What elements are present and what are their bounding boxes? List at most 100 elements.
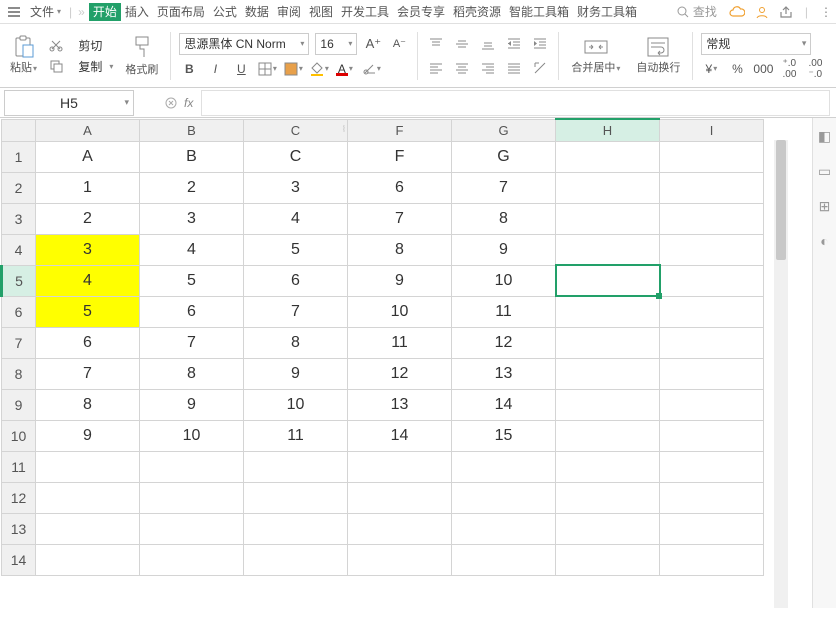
cell-C7[interactable]: 8	[244, 327, 348, 358]
cell-F13[interactable]	[348, 513, 452, 544]
cell-H12[interactable]	[556, 482, 660, 513]
row-header-10[interactable]: 10	[2, 420, 36, 451]
cell-F1[interactable]: F	[348, 141, 452, 172]
cell-G3[interactable]: 8	[452, 203, 556, 234]
cell-I4[interactable]	[660, 234, 764, 265]
file-menu[interactable]: 文件 ▾	[26, 3, 65, 20]
borders-button[interactable]: ▾	[257, 59, 277, 79]
menu-tab-8[interactable]: 会员专享	[393, 3, 449, 21]
cell-G9[interactable]: 14	[452, 389, 556, 420]
menu-tab-5[interactable]: 审阅	[273, 3, 305, 21]
column-header-A[interactable]: A	[36, 119, 140, 141]
row-header-8[interactable]: 8	[2, 358, 36, 389]
cell-G11[interactable]	[452, 451, 556, 482]
menu-tab-11[interactable]: 财务工具箱	[573, 3, 641, 21]
cell-G4[interactable]: 9	[452, 234, 556, 265]
more-icon[interactable]: ⋮	[820, 5, 832, 19]
cell-G7[interactable]: 12	[452, 327, 556, 358]
cell-I1[interactable]	[660, 141, 764, 172]
increase-font-icon[interactable]: A⁺	[363, 34, 383, 54]
clear-format-button[interactable]: ▾	[361, 59, 381, 79]
cell-H14[interactable]	[556, 544, 660, 575]
cell-G14[interactable]	[452, 544, 556, 575]
cell-B6[interactable]: 6	[140, 296, 244, 327]
underline-button[interactable]: U	[231, 59, 251, 79]
cell-B4[interactable]: 4	[140, 234, 244, 265]
cell-C5[interactable]: 6	[244, 265, 348, 296]
cell-A9[interactable]: 8	[36, 389, 140, 420]
side-panel-icon[interactable]: ◐	[820, 233, 828, 249]
cell-A14[interactable]	[36, 544, 140, 575]
cell-A4[interactable]: 3	[36, 234, 140, 265]
cell-C10[interactable]: 11	[244, 420, 348, 451]
cell-F4[interactable]: 8	[348, 234, 452, 265]
spreadsheet-grid[interactable]: ABCFGHI1ABCFG212367323478434589545691065…	[0, 118, 764, 576]
row-header-4[interactable]: 4	[2, 234, 36, 265]
cell-F3[interactable]: 7	[348, 203, 452, 234]
cell-B14[interactable]	[140, 544, 244, 575]
menu-tab-4[interactable]: 数据	[241, 3, 273, 21]
cell-A8[interactable]: 7	[36, 358, 140, 389]
cell-F14[interactable]	[348, 544, 452, 575]
cell-I11[interactable]	[660, 451, 764, 482]
cell-B11[interactable]	[140, 451, 244, 482]
row-header-7[interactable]: 7	[2, 327, 36, 358]
format-painter-group[interactable]: 格式刷	[121, 35, 162, 77]
cell-A11[interactable]	[36, 451, 140, 482]
menu-tab-6[interactable]: 视图	[305, 3, 337, 21]
cell-A7[interactable]: 6	[36, 327, 140, 358]
side-panel-icon[interactable]: ⊞	[819, 198, 831, 215]
cell-I3[interactable]	[660, 203, 764, 234]
increase-indent-icon[interactable]	[530, 34, 550, 54]
cell-H1[interactable]	[556, 141, 660, 172]
row-header-6[interactable]: 6	[2, 296, 36, 327]
cell-A13[interactable]	[36, 513, 140, 544]
column-header-B[interactable]: B	[140, 119, 244, 141]
cloud-icon[interactable]	[729, 6, 745, 18]
column-split-indicator[interactable]: ⦚	[340, 118, 348, 140]
cell-G2[interactable]: 7	[452, 172, 556, 203]
cell-C2[interactable]: 3	[244, 172, 348, 203]
cell-I13[interactable]	[660, 513, 764, 544]
cell-C12[interactable]	[244, 482, 348, 513]
font-name-select[interactable]: 思源黑体 CN Norm▾	[179, 33, 309, 55]
row-header-13[interactable]: 13	[2, 513, 36, 544]
cell-G6[interactable]: 11	[452, 296, 556, 327]
menu-tab-2[interactable]: 页面布局	[153, 3, 209, 21]
cell-H4[interactable]	[556, 234, 660, 265]
cell-G1[interactable]: G	[452, 141, 556, 172]
cell-A10[interactable]: 9	[36, 420, 140, 451]
column-header-C[interactable]: C	[244, 119, 348, 141]
wrap-text-button[interactable]: 自动换行	[632, 37, 684, 75]
cell-B2[interactable]: 2	[140, 172, 244, 203]
menu-tab-7[interactable]: 开发工具	[337, 3, 393, 21]
cell-F5[interactable]: 9	[348, 265, 452, 296]
cell-H6[interactable]	[556, 296, 660, 327]
copy-button[interactable]: 复制▾	[49, 58, 113, 75]
fx-label[interactable]: fx	[184, 96, 193, 110]
menu-tab-0[interactable]: 开始	[89, 3, 121, 21]
cell-A6[interactable]: 5	[36, 296, 140, 327]
cell-B13[interactable]	[140, 513, 244, 544]
cell-B5[interactable]: 5	[140, 265, 244, 296]
percent-button[interactable]: %	[727, 59, 747, 79]
justify-icon[interactable]	[504, 58, 524, 78]
cell-G8[interactable]: 13	[452, 358, 556, 389]
cell-G13[interactable]	[452, 513, 556, 544]
decrease-indent-icon[interactable]	[504, 34, 524, 54]
cell-H2[interactable]	[556, 172, 660, 203]
share-icon[interactable]	[779, 5, 793, 19]
paste-button[interactable]	[13, 37, 35, 57]
font-size-select[interactable]: 16▾	[315, 33, 357, 55]
cell-C13[interactable]	[244, 513, 348, 544]
cell-F6[interactable]: 10	[348, 296, 452, 327]
cell-F12[interactable]	[348, 482, 452, 513]
cell-I14[interactable]	[660, 544, 764, 575]
cell-H7[interactable]	[556, 327, 660, 358]
cell-C8[interactable]: 9	[244, 358, 348, 389]
row-header-2[interactable]: 2	[2, 172, 36, 203]
row-header-3[interactable]: 3	[2, 203, 36, 234]
italic-button[interactable]: I	[205, 59, 225, 79]
font-color-button[interactable]: A▾	[335, 59, 355, 79]
cancel-fx-icon[interactable]	[164, 96, 178, 110]
